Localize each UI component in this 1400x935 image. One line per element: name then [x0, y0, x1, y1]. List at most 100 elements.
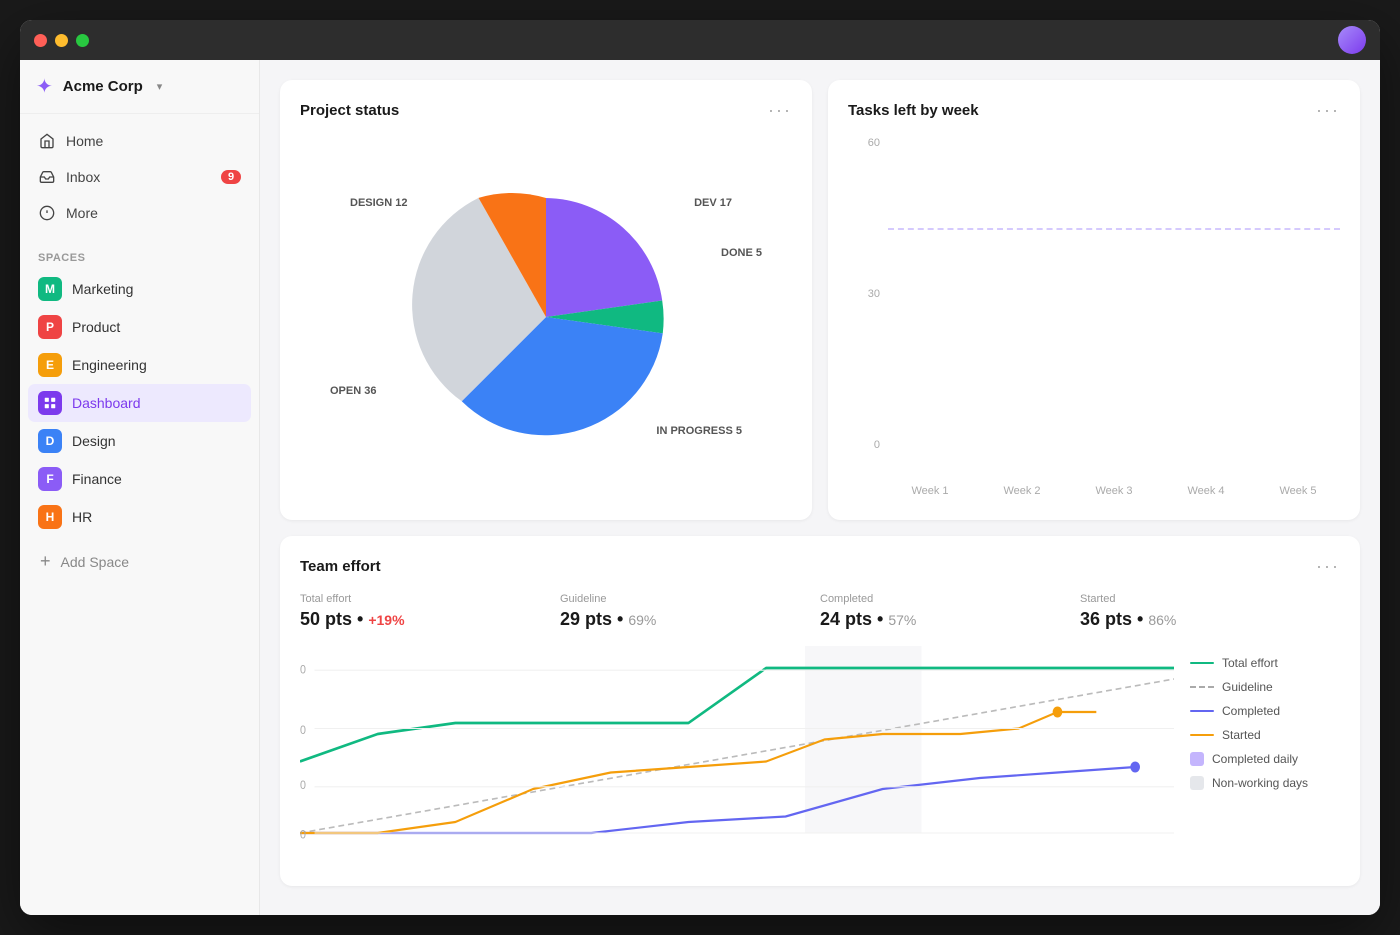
week4-label: Week 4	[1164, 485, 1248, 497]
design-label: Design	[72, 433, 116, 449]
bar-pair-week4	[1183, 137, 1230, 451]
app-window: ✦ Acme Corp ▾ Home	[20, 20, 1380, 915]
stat-completed: Completed 24 pts • 57%	[820, 593, 1080, 630]
effort-menu[interactable]: ···	[1316, 556, 1340, 577]
stat-guideline-label: Guideline	[560, 593, 800, 605]
more-label: More	[66, 205, 98, 221]
inbox-icon	[38, 168, 56, 186]
inbox-badge: 9	[221, 170, 241, 184]
home-label: Home	[66, 133, 103, 149]
hr-label: HR	[72, 509, 92, 525]
maximize-button[interactable]	[76, 34, 89, 47]
pie-chart-container: DEV 17 DONE 5 IN PROGRESS 5 OPEN 36 DESI	[300, 137, 792, 497]
bar-chart-container: 60 30 0	[848, 137, 1340, 497]
stat-total-effort-value: 50 pts • +19%	[300, 609, 540, 630]
tasks-title: Tasks left by week	[848, 102, 979, 119]
project-status-card: Project status ···	[280, 80, 812, 520]
bar-x-labels: Week 1 Week 2 Week 3 Week 4 Week 5	[848, 481, 1340, 497]
legend-guideline: Guideline	[1190, 680, 1340, 694]
legend-box-non-working	[1190, 776, 1204, 790]
bar-group-week4	[1164, 137, 1248, 451]
main-content: Project status ···	[260, 60, 1380, 915]
inbox-label: Inbox	[66, 169, 100, 185]
svg-text:20: 20	[300, 829, 306, 842]
spaces-section-label: Spaces	[20, 240, 259, 270]
finance-icon: F	[38, 467, 62, 491]
stat-completed-label: Completed	[820, 593, 1060, 605]
tasks-header: Tasks left by week ···	[848, 100, 1340, 121]
sidebar-item-home[interactable]: Home	[28, 124, 251, 158]
logo-icon: ✦	[36, 74, 53, 99]
project-status-menu[interactable]: ···	[768, 100, 792, 121]
sidebar-item-finance[interactable]: F Finance	[28, 460, 251, 498]
sidebar-item-more[interactable]: More	[28, 196, 251, 230]
product-icon: P	[38, 315, 62, 339]
y-label-0: 0	[874, 439, 880, 451]
project-status-title: Project status	[300, 102, 399, 119]
chevron-down-icon: ▾	[157, 80, 163, 93]
week3-label: Week 3	[1072, 485, 1156, 497]
bar-group-week1	[888, 137, 972, 451]
dashboard-icon	[38, 391, 62, 415]
legend-completed-daily: Completed daily	[1190, 752, 1340, 766]
add-space-label: Add Space	[61, 554, 130, 570]
home-icon	[38, 132, 56, 150]
legend-line-total-effort	[1190, 662, 1214, 664]
bar-pair-week2	[999, 137, 1046, 451]
legend-label-total-effort: Total effort	[1222, 656, 1278, 670]
week2-label: Week 2	[980, 485, 1064, 497]
bar-pair-week3	[1091, 137, 1138, 451]
legend-line-guideline	[1190, 686, 1214, 688]
line-chart-container: 50 40 30 20	[300, 646, 1174, 866]
stat-guideline-value: 29 pts • 69%	[560, 609, 800, 630]
guideline	[888, 228, 1340, 230]
bar-group-week2	[980, 137, 1064, 451]
team-effort-card: Team effort ··· Total effort 50 pts • +1…	[280, 536, 1360, 886]
minimize-button[interactable]	[55, 34, 68, 47]
bar-pair-week1	[907, 137, 954, 451]
bar-group-week5	[1256, 137, 1340, 451]
stat-total-effort-label: Total effort	[300, 593, 540, 605]
effort-chart-area: 50 40 30 20	[300, 646, 1340, 866]
legend-total-effort: Total effort	[1190, 656, 1340, 670]
legend-label-guideline: Guideline	[1222, 680, 1273, 694]
sidebar-item-hr[interactable]: H HR	[28, 498, 251, 536]
legend-started: Started	[1190, 728, 1340, 742]
sidebar-item-marketing[interactable]: M Marketing	[28, 270, 251, 308]
stat-guideline: Guideline 29 pts • 69%	[560, 593, 820, 630]
legend-label-completed-daily: Completed daily	[1212, 752, 1298, 766]
effort-header: Team effort ···	[300, 556, 1340, 577]
engineering-icon: E	[38, 353, 62, 377]
avatar[interactable]	[1338, 26, 1366, 54]
bar-chart-area: 60 30 0	[848, 137, 1340, 481]
titlebar	[20, 20, 1380, 60]
svg-text:50: 50	[300, 664, 306, 677]
effort-stats: Total effort 50 pts • +19% Guideline 29 …	[300, 593, 1340, 630]
plus-icon: +	[40, 551, 51, 572]
sidebar-item-engineering[interactable]: E Engineering	[28, 346, 251, 384]
app-body: ✦ Acme Corp ▾ Home	[20, 60, 1380, 915]
legend-label-started: Started	[1222, 728, 1261, 742]
project-status-header: Project status ···	[300, 100, 792, 121]
add-space-button[interactable]: + Add Space	[28, 544, 251, 579]
sidebar-item-inbox[interactable]: Inbox 9	[28, 160, 251, 194]
bar-pair-week5	[1275, 137, 1322, 451]
charts-row: Project status ···	[280, 80, 1360, 520]
y-label-60: 60	[868, 137, 880, 149]
design-icon: D	[38, 429, 62, 453]
sidebar-item-design[interactable]: D Design	[28, 422, 251, 460]
sidebar-item-dashboard[interactable]: Dashboard	[28, 384, 251, 422]
engineering-label: Engineering	[72, 357, 147, 373]
stat-started-label: Started	[1080, 593, 1320, 605]
sidebar-nav: Home Inbox 9	[20, 114, 259, 240]
sidebar-header[interactable]: ✦ Acme Corp ▾	[20, 60, 259, 114]
sidebar-item-product[interactable]: P Product	[28, 308, 251, 346]
stat-completed-value: 24 pts • 57%	[820, 609, 1060, 630]
tasks-menu[interactable]: ···	[1316, 100, 1340, 121]
product-label: Product	[72, 319, 120, 335]
finance-label: Finance	[72, 471, 122, 487]
week1-label: Week 1	[888, 485, 972, 497]
pie-chart	[406, 177, 686, 457]
stat-started: Started 36 pts • 86%	[1080, 593, 1340, 630]
close-button[interactable]	[34, 34, 47, 47]
